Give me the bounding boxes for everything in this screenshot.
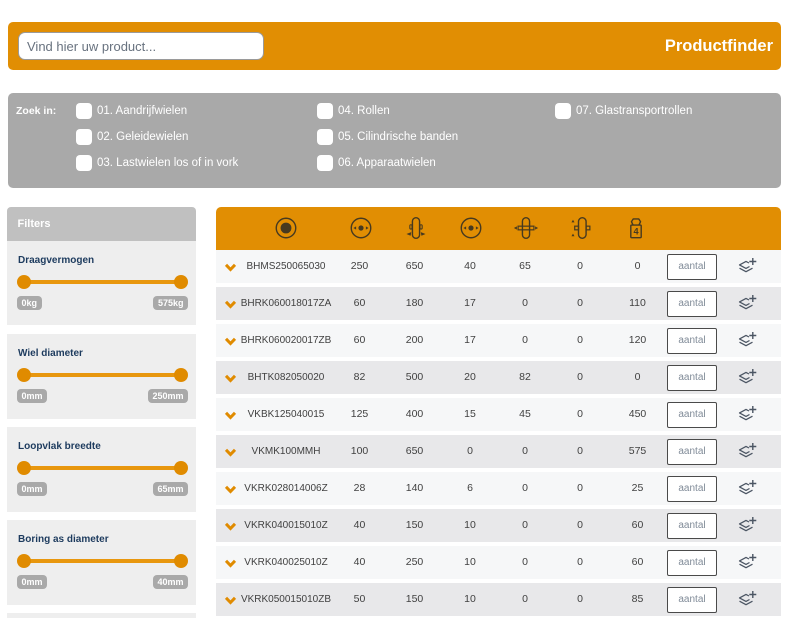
svg-text:4: 4: [633, 226, 639, 236]
